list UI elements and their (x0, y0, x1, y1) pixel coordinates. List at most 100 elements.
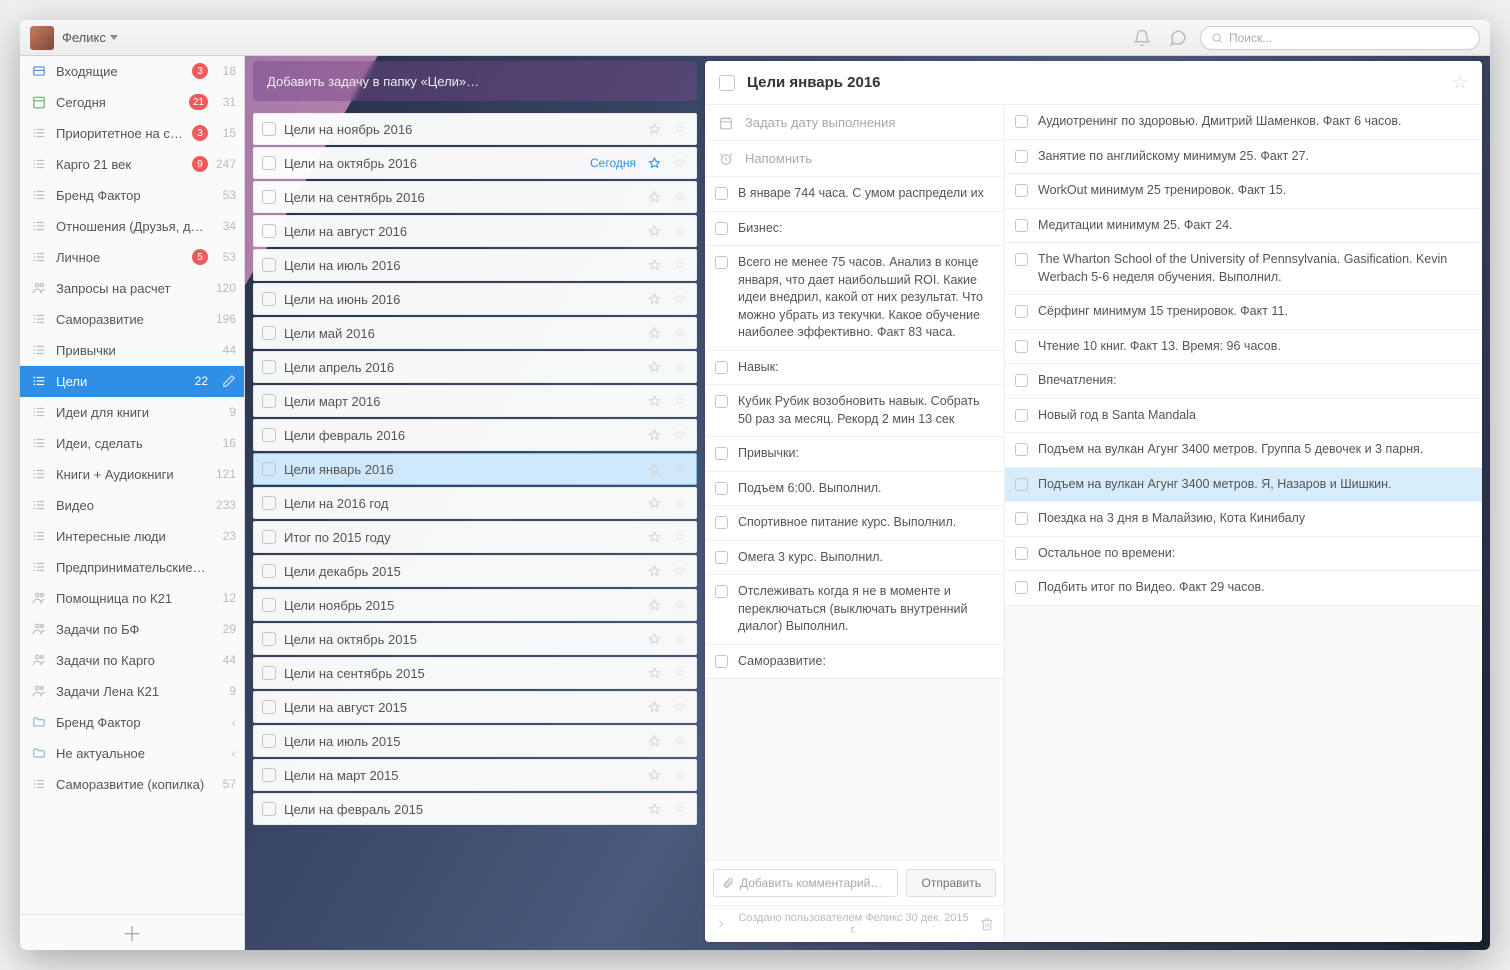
task-row[interactable]: Цели на июль 2016☆ (253, 249, 697, 281)
star-icon[interactable]: ☆ (672, 699, 688, 715)
sidebar-item[interactable]: Карго 21 век9247 (20, 149, 244, 180)
subtask-row[interactable]: Кубик Рубик возобновить навык. Собрать 5… (705, 385, 1004, 437)
subtask-checkbox[interactable] (715, 551, 728, 564)
task-row[interactable]: Цели декабрь 2015☆ (253, 555, 697, 587)
pin-icon[interactable] (648, 701, 664, 714)
subtask-checkbox[interactable] (1015, 184, 1028, 197)
subtask-row[interactable]: Поездка на 3 дня в Малайзию, Кота Киниба… (1005, 502, 1482, 537)
task-checkbox[interactable] (262, 496, 276, 510)
task-row[interactable]: Цели на август 2015☆ (253, 691, 697, 723)
task-checkbox[interactable] (262, 122, 276, 136)
task-checkbox[interactable] (262, 292, 276, 306)
task-row[interactable]: Цели на июль 2015☆ (253, 725, 697, 757)
task-row[interactable]: Цели на июнь 2016☆ (253, 283, 697, 315)
pin-icon[interactable] (648, 735, 664, 748)
sidebar-item[interactable]: Саморазвитие196 (20, 304, 244, 335)
subtask-checkbox[interactable] (1015, 374, 1028, 387)
task-row[interactable]: Цели январь 2016☆ (253, 453, 697, 485)
star-icon[interactable]: ☆ (672, 121, 688, 137)
star-icon[interactable]: ☆ (1452, 72, 1468, 93)
subtask-checkbox[interactable] (1015, 581, 1028, 594)
sidebar-item[interactable]: Бренд Фактор53 (20, 180, 244, 211)
task-checkbox[interactable] (262, 258, 276, 272)
edit-icon[interactable] (222, 374, 236, 388)
star-icon[interactable]: ☆ (672, 529, 688, 545)
task-row[interactable]: Цели на февраль 2015☆ (253, 793, 697, 825)
task-row[interactable]: Цели апрель 2016☆ (253, 351, 697, 383)
subtask-row[interactable]: Привычки: (705, 437, 1004, 472)
sidebar-item[interactable]: Личное553 (20, 242, 244, 273)
task-row[interactable]: Цели на ноябрь 2016☆ (253, 113, 697, 145)
star-icon[interactable]: ☆ (672, 223, 688, 239)
task-checkbox[interactable] (262, 224, 276, 238)
task-row[interactable]: Итог по 2015 году☆ (253, 521, 697, 553)
star-icon[interactable]: ☆ (672, 665, 688, 681)
pin-icon[interactable] (648, 327, 664, 340)
subtask-checkbox[interactable] (1015, 478, 1028, 491)
subtask-row[interactable]: Занятие по английскому минимум 25. Факт … (1005, 140, 1482, 175)
task-row[interactable]: Цели на август 2016☆ (253, 215, 697, 247)
task-row[interactable]: Цели на октябрь 2015☆ (253, 623, 697, 655)
subtask-row[interactable]: Чтение 10 книг. Факт 13. Время: 96 часов… (1005, 330, 1482, 365)
task-checkbox[interactable] (262, 632, 276, 646)
star-icon[interactable]: ☆ (672, 427, 688, 443)
pin-icon[interactable] (648, 157, 664, 170)
pin-icon[interactable] (648, 769, 664, 782)
complete-checkbox[interactable] (719, 75, 735, 91)
star-icon[interactable]: ☆ (672, 393, 688, 409)
task-row[interactable]: Цели март 2016☆ (253, 385, 697, 417)
star-icon[interactable]: ☆ (672, 325, 688, 341)
subtask-row[interactable]: Медитации минимум 25. Факт 24. (1005, 209, 1482, 244)
subtask-row[interactable]: Подъем 6:00. Выполнил. (705, 472, 1004, 507)
add-task-input[interactable]: Добавить задачу в папку «Цели»… (253, 61, 697, 101)
task-checkbox[interactable] (262, 394, 276, 408)
pin-icon[interactable] (648, 667, 664, 680)
sidebar-item[interactable]: Идеи, сделать16 (20, 428, 244, 459)
subtask-row[interactable]: Отслеживать когда я не в моменте и перек… (705, 575, 1004, 645)
subtask-checkbox[interactable] (1015, 150, 1028, 163)
pin-icon[interactable] (648, 429, 664, 442)
task-checkbox[interactable] (262, 190, 276, 204)
subtask-checkbox[interactable] (1015, 443, 1028, 456)
pin-icon[interactable] (648, 361, 664, 374)
pin-icon[interactable] (648, 633, 664, 646)
pin-icon[interactable] (648, 565, 664, 578)
subtask-row[interactable]: Подбить итог по Видео. Факт 29 часов. (1005, 571, 1482, 606)
sidebar-item[interactable]: Сегодня2131 (20, 87, 244, 118)
star-icon[interactable]: ☆ (672, 733, 688, 749)
subtask-row[interactable]: Бизнес: (705, 212, 1004, 247)
task-row[interactable]: Цели май 2016☆ (253, 317, 697, 349)
star-icon[interactable]: ☆ (672, 631, 688, 647)
pin-icon[interactable] (648, 191, 664, 204)
task-checkbox[interactable] (262, 360, 276, 374)
pin-icon[interactable] (648, 803, 664, 816)
sidebar-item[interactable]: Книги + Аудиокниги121 (20, 459, 244, 490)
sidebar-item[interactable]: Идеи для книги9 (20, 397, 244, 428)
task-row[interactable]: Цели на март 2015☆ (253, 759, 697, 791)
subtask-checkbox[interactable] (715, 447, 728, 460)
subtask-row[interactable]: Омега 3 курс. Выполнил. (705, 541, 1004, 576)
subtask-checkbox[interactable] (1015, 253, 1028, 266)
add-list-button[interactable]: ＋ (20, 914, 244, 950)
star-icon[interactable]: ☆ (672, 495, 688, 511)
star-icon[interactable]: ☆ (672, 155, 688, 171)
subtask-checkbox[interactable] (715, 256, 728, 269)
star-icon[interactable]: ☆ (672, 461, 688, 477)
pin-icon[interactable] (648, 259, 664, 272)
trash-icon[interactable] (980, 917, 994, 931)
subtask-checkbox[interactable] (715, 222, 728, 235)
sidebar-item[interactable]: Запросы на расчет120 (20, 273, 244, 304)
bell-icon[interactable] (1132, 28, 1152, 48)
pin-icon[interactable] (648, 293, 664, 306)
send-button[interactable]: Отправить (906, 869, 996, 897)
task-checkbox[interactable] (262, 666, 276, 680)
star-icon[interactable]: ☆ (672, 291, 688, 307)
subtask-row[interactable]: Подъем на вулкан Агунг 3400 метров. Я, Н… (1005, 468, 1482, 503)
sidebar-item[interactable]: Интересные люди23 (20, 521, 244, 552)
sidebar-item[interactable]: Привычки44 (20, 335, 244, 366)
subtask-checkbox[interactable] (1015, 115, 1028, 128)
subtask-checkbox[interactable] (1015, 219, 1028, 232)
pin-icon[interactable] (648, 531, 664, 544)
pin-icon[interactable] (648, 225, 664, 238)
subtask-row[interactable]: Аудиотренинг по здоровью. Дмитрий Шаменк… (1005, 105, 1482, 140)
